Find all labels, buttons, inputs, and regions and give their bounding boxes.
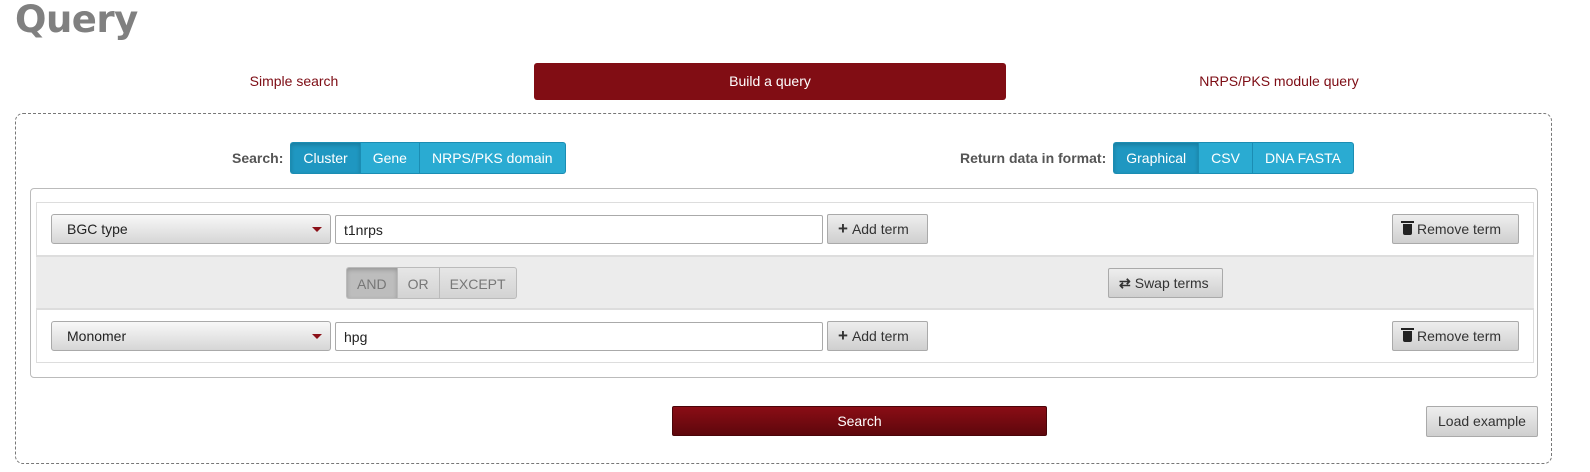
format-csv-button[interactable]: CSV bbox=[1198, 142, 1252, 174]
operator-group: AND OR EXCEPT bbox=[346, 267, 517, 299]
return-format-group: Graphical CSV DNA FASTA bbox=[1113, 142, 1354, 174]
return-format-label: Return data in format: bbox=[960, 150, 1107, 166]
term-category-value: BGC type bbox=[67, 221, 128, 237]
remove-term-button[interactable]: Remove term bbox=[1392, 214, 1519, 244]
search-type-label: Search: bbox=[232, 150, 284, 166]
page-title: Query bbox=[15, 0, 138, 41]
format-graphical-button[interactable]: Graphical bbox=[1113, 142, 1199, 174]
search-cluster-button[interactable]: Cluster bbox=[290, 142, 360, 174]
trash-icon bbox=[1401, 221, 1414, 235]
remove-term-button[interactable]: Remove term bbox=[1392, 321, 1519, 351]
search-gene-button[interactable]: Gene bbox=[359, 142, 419, 174]
add-term-button[interactable]: + Add term bbox=[827, 214, 928, 244]
add-term-button[interactable]: + Add term bbox=[827, 321, 928, 351]
plus-icon: + bbox=[838, 219, 848, 238]
swap-terms-button[interactable]: ⇄ Swap terms bbox=[1108, 268, 1223, 298]
term-category-select[interactable]: Monomer bbox=[51, 321, 331, 351]
remove-term-label: Remove term bbox=[1417, 221, 1502, 237]
return-format-bar: Return data in format: Graphical CSV DNA… bbox=[960, 142, 1354, 174]
swap-icon: ⇄ bbox=[1119, 275, 1131, 291]
term-category-select[interactable]: BGC type bbox=[51, 214, 331, 244]
tab-nrps-pks-module-query[interactable]: NRPS/PKS module query bbox=[1050, 63, 1508, 100]
search-domain-button[interactable]: NRPS/PKS domain bbox=[418, 142, 566, 174]
term-category-value: Monomer bbox=[67, 328, 127, 344]
search-button[interactable]: Search bbox=[672, 406, 1047, 436]
chevron-down-icon bbox=[312, 334, 322, 339]
tab-simple-search[interactable]: Simple search bbox=[55, 63, 533, 100]
add-term-label: Add term bbox=[851, 328, 909, 344]
operator-except-button[interactable]: EXCEPT bbox=[438, 267, 517, 299]
operator-row: AND OR EXCEPT ⇄ Swap terms bbox=[36, 256, 1534, 309]
operator-and-button[interactable]: AND bbox=[346, 267, 397, 299]
term-value-input[interactable] bbox=[335, 215, 823, 244]
trash-icon bbox=[1401, 328, 1414, 342]
term-row: BGC type +Add term Remove term bbox=[36, 202, 1534, 256]
format-dna-fasta-button[interactable]: DNA FASTA bbox=[1251, 142, 1354, 174]
term-row: Monomer +Add term Remove term bbox=[36, 309, 1534, 363]
search-type-group: Cluster Gene NRPS/PKS domain bbox=[290, 142, 566, 174]
tab-build-query[interactable]: Build a query bbox=[534, 63, 1006, 100]
search-type-bar: Search: Cluster Gene NRPS/PKS domain bbox=[232, 142, 566, 174]
query-tabs: Simple search Build a query NRPS/PKS mod… bbox=[55, 63, 1535, 100]
add-term-label: Add term bbox=[851, 221, 909, 237]
load-example-button[interactable]: Load example bbox=[1426, 406, 1538, 437]
swap-terms-label: Swap terms bbox=[1134, 275, 1209, 291]
chevron-down-icon bbox=[312, 227, 322, 232]
plus-icon: + bbox=[838, 326, 848, 345]
remove-term-label: Remove term bbox=[1417, 328, 1502, 344]
term-value-input[interactable] bbox=[335, 322, 823, 351]
operator-or-button[interactable]: OR bbox=[396, 267, 439, 299]
